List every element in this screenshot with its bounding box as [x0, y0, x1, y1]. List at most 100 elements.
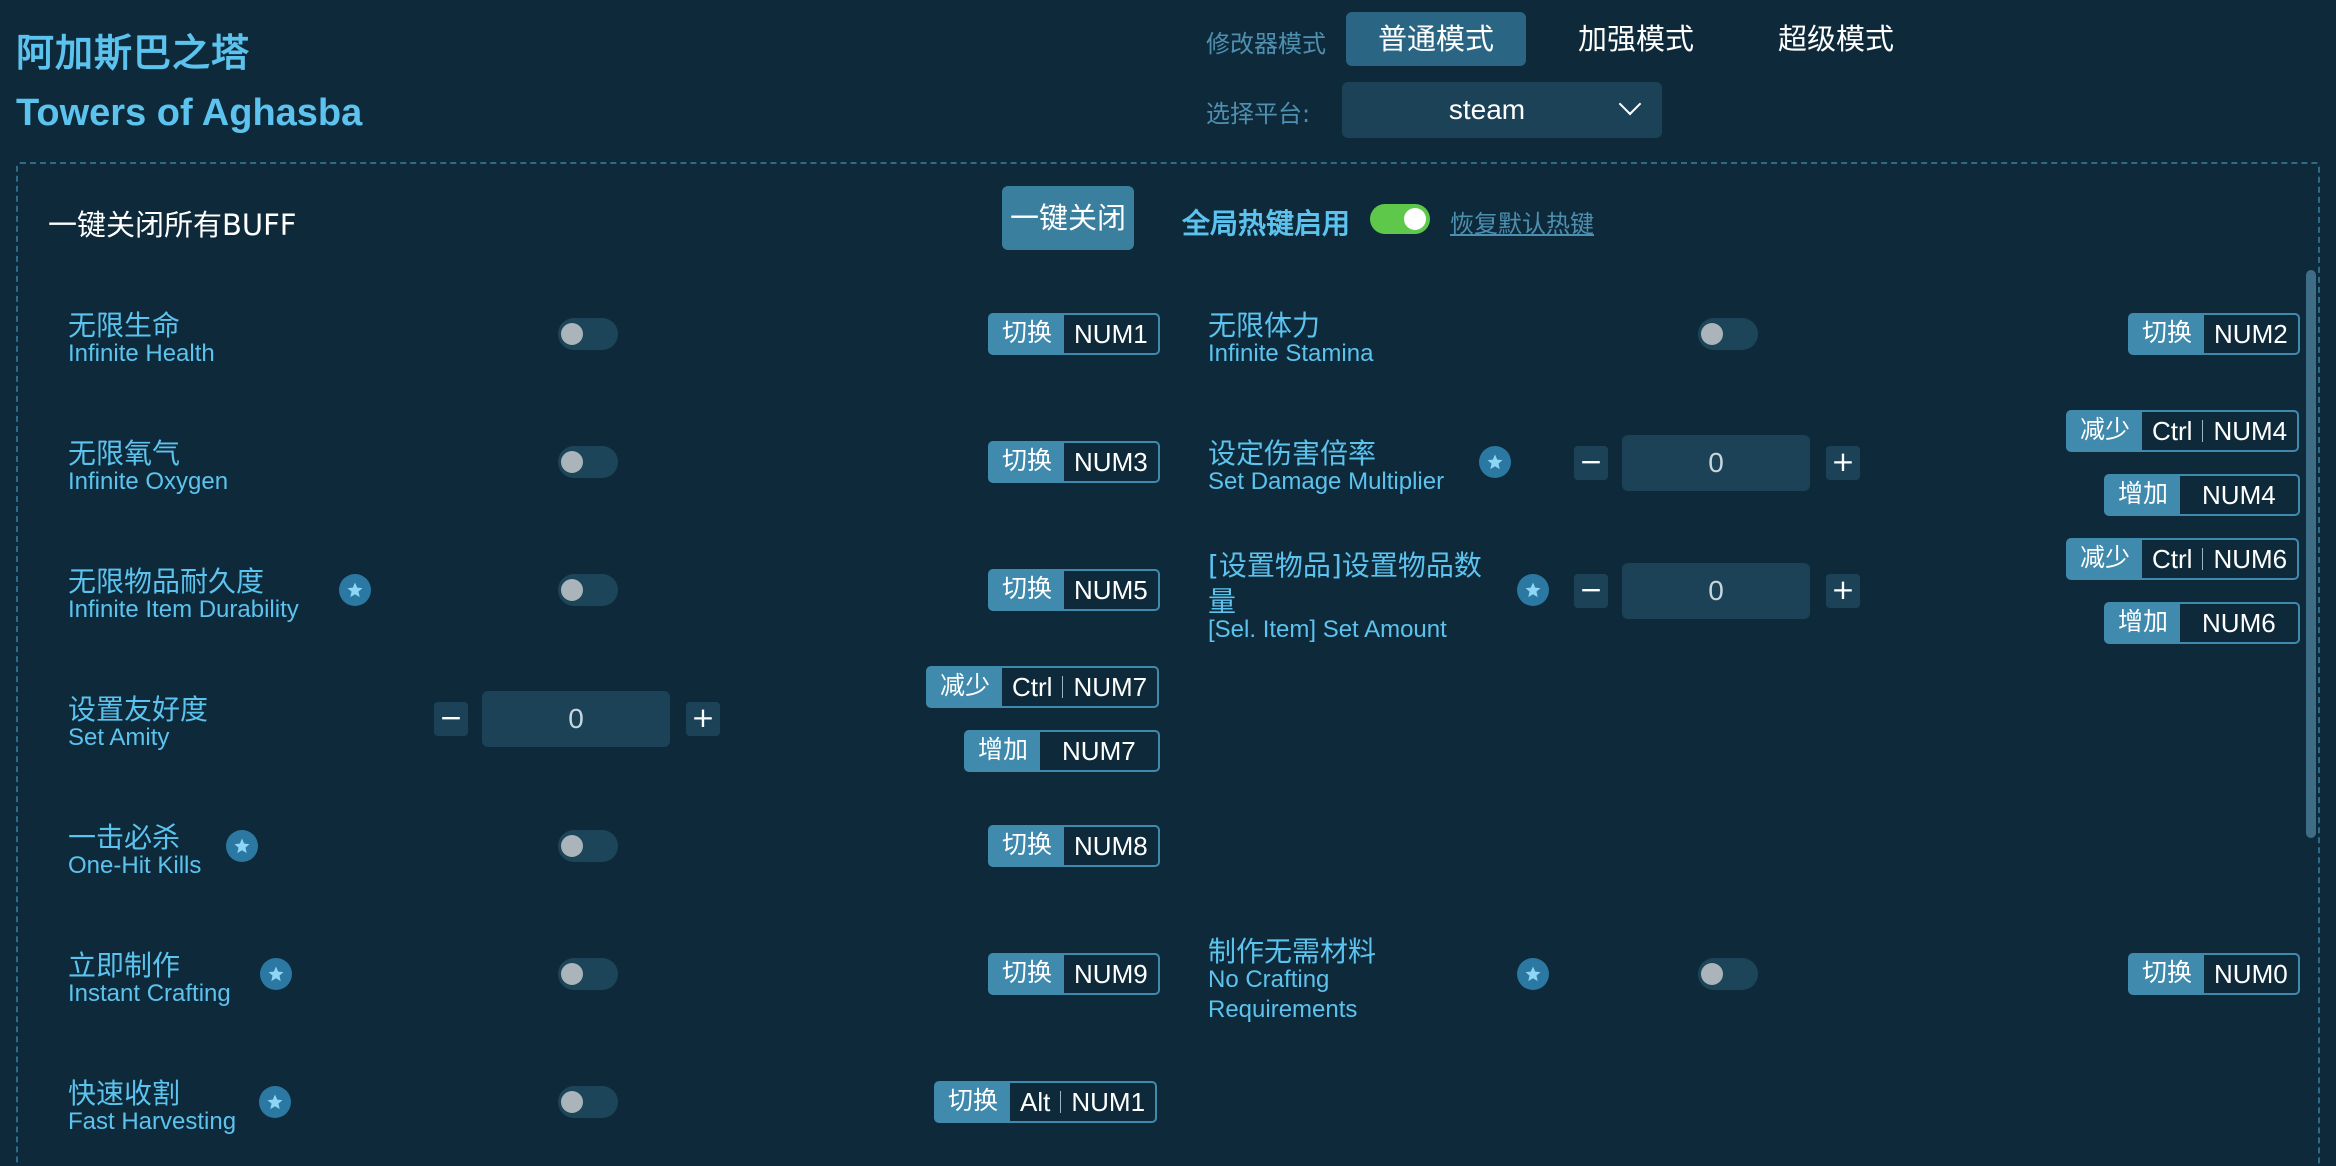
star-icon: [260, 958, 292, 990]
hotkey-action: 减少: [2068, 412, 2143, 450]
hotkey-key: NUM4: [2202, 480, 2276, 510]
feature-label-en: [Sel. Item] Set Amount: [1208, 616, 1447, 643]
damage-increase-hotkey[interactable]: 增加 NUM4: [2104, 474, 2300, 516]
hotkey-key: NUM6: [2202, 608, 2276, 638]
fast-harvesting-toggle[interactable]: [558, 1086, 618, 1118]
instant-crafting-hotkey[interactable]: 切换 NUM9: [988, 953, 1160, 995]
mode-enhanced-button[interactable]: 加强模式: [1546, 12, 1726, 66]
amity-increase-hotkey[interactable]: 增加 NUM7: [964, 730, 1160, 772]
toggle-knob: [561, 579, 583, 601]
feature-label-cn: 一击必杀: [68, 821, 181, 854]
hotkey-key: NUM7: [1073, 672, 1148, 702]
infinite-stamina-hotkey[interactable]: 切换 NUM2: [2128, 313, 2300, 355]
hotkey-key: NUM5: [1074, 575, 1148, 605]
hotkey-key: NUM8: [1074, 831, 1148, 861]
toggle-knob: [561, 835, 583, 857]
toggle-knob: [1701, 323, 1723, 345]
damage-increase-button[interactable]: +: [1826, 446, 1860, 480]
feature-label-en-line2: Requirements: [1208, 996, 1358, 1023]
star-icon: [1479, 446, 1511, 478]
features-panel: [16, 162, 2320, 1166]
feature-label-cn: 设定伤害倍率: [1208, 437, 1377, 470]
mode-normal-button[interactable]: 普通模式: [1346, 12, 1526, 66]
hotkey-key: NUM4: [2213, 416, 2288, 446]
global-hotkey-label: 全局热键启用: [1182, 207, 1351, 240]
feature-label-en: Infinite Stamina: [1208, 340, 1374, 367]
hotkey-key: NUM7: [1062, 736, 1136, 766]
hotkey-modifier: Ctrl: [2152, 544, 2193, 574]
feature-label-cn: 无限物品耐久度: [68, 565, 265, 598]
hotkey-key: NUM0: [2214, 959, 2288, 989]
restore-default-hotkeys-link[interactable]: 恢复默认热键: [1450, 204, 1594, 239]
scrollbar[interactable]: [2306, 270, 2316, 838]
amount-decrease-hotkey[interactable]: 减少 Ctrl NUM6: [2066, 538, 2300, 580]
toggle-knob: [561, 323, 583, 345]
amount-increase-button[interactable]: +: [1826, 574, 1860, 608]
infinite-oxygen-toggle[interactable]: [558, 446, 618, 478]
damage-decrease-button[interactable]: −: [1574, 446, 1608, 480]
close-all-button[interactable]: 一键关闭: [1002, 186, 1134, 250]
hotkey-action: 切换: [990, 571, 1065, 609]
toggle-knob: [1701, 963, 1723, 985]
toggle-knob: [561, 1091, 583, 1113]
hotkey-key: NUM3: [1074, 447, 1148, 477]
platform-select[interactable]: steam: [1342, 82, 1662, 138]
feature-label-cn: 设置友好度: [68, 693, 209, 726]
infinite-oxygen-hotkey[interactable]: 切换 NUM3: [988, 441, 1160, 483]
feature-label-en: One-Hit Kills: [68, 852, 202, 879]
instant-crafting-toggle[interactable]: [558, 958, 618, 990]
hotkey-action: 切换: [2130, 315, 2205, 353]
hotkey-key: NUM2: [2214, 319, 2288, 349]
hotkey-key: NUM9: [1074, 959, 1148, 989]
toggle-knob: [1404, 208, 1426, 230]
mode-super-button[interactable]: 超级模式: [1746, 12, 1926, 66]
hotkey-action: 切换: [990, 955, 1065, 993]
one-hit-kills-toggle[interactable]: [558, 830, 618, 862]
star-icon: [1517, 574, 1549, 606]
feature-label-en: Infinite Oxygen: [68, 468, 229, 495]
feature-label-cn: [设置物品]设置物品数: [1208, 549, 1482, 582]
hotkey-action: 切换: [2130, 955, 2205, 993]
feature-label-en: Infinite Item Durability: [68, 596, 299, 623]
one-hit-kills-hotkey[interactable]: 切换 NUM8: [988, 825, 1160, 867]
hotkey-action: 增加: [2106, 476, 2181, 514]
feature-label-cn: 无限生命: [68, 309, 181, 342]
platform-label: 选择平台:: [1206, 100, 1311, 128]
feature-label-en: Infinite Health: [68, 340, 215, 367]
feature-label-cn: 快速收割: [68, 1077, 181, 1110]
star-icon: [226, 830, 258, 862]
star-icon: [339, 574, 371, 606]
damage-decrease-hotkey[interactable]: 减少 Ctrl NUM4: [2066, 410, 2300, 452]
no-crafting-req-hotkey[interactable]: 切换 NUM0: [2128, 953, 2300, 995]
feature-label-en: Set Amity: [68, 724, 170, 751]
amount-increase-hotkey[interactable]: 增加 NUM6: [2104, 602, 2300, 644]
feature-label-en: No Crafting: [1208, 966, 1330, 993]
amity-decrease-button[interactable]: −: [434, 702, 468, 736]
infinite-stamina-toggle[interactable]: [1698, 318, 1758, 350]
hotkey-action: 增加: [2106, 604, 2181, 642]
feature-label-cn: 立即制作: [68, 949, 181, 982]
amount-input[interactable]: 0: [1622, 563, 1810, 619]
feature-label-cn: 无限氧气: [68, 437, 181, 470]
feature-label-cn: 制作无需材料: [1208, 935, 1377, 968]
damage-multiplier-input[interactable]: 0: [1622, 435, 1810, 491]
global-hotkey-toggle[interactable]: [1370, 204, 1430, 234]
hotkey-modifier: Ctrl: [2152, 416, 2193, 446]
fast-harvesting-hotkey[interactable]: 切换 Alt NUM1: [934, 1081, 1158, 1123]
amity-decrease-hotkey[interactable]: 减少 Ctrl NUM7: [926, 666, 1160, 708]
item-durability-toggle[interactable]: [558, 574, 618, 606]
infinite-health-toggle[interactable]: [558, 318, 618, 350]
no-crafting-req-toggle[interactable]: [1698, 958, 1758, 990]
hotkey-action: 增加: [966, 732, 1041, 770]
item-durability-hotkey[interactable]: 切换 NUM5: [988, 569, 1160, 611]
amount-decrease-button[interactable]: −: [1574, 574, 1608, 608]
feature-label-cn: 无限体力: [1208, 309, 1321, 342]
toggle-knob: [561, 963, 583, 985]
hotkey-action: 切换: [990, 315, 1065, 353]
hotkey-key: NUM6: [2213, 544, 2288, 574]
amity-increase-button[interactable]: +: [686, 702, 720, 736]
infinite-health-hotkey[interactable]: 切换 NUM1: [988, 313, 1160, 355]
hotkey-action: 减少: [2068, 540, 2143, 578]
amity-input[interactable]: 0: [482, 691, 670, 747]
feature-label-en: Instant Crafting: [68, 980, 231, 1007]
